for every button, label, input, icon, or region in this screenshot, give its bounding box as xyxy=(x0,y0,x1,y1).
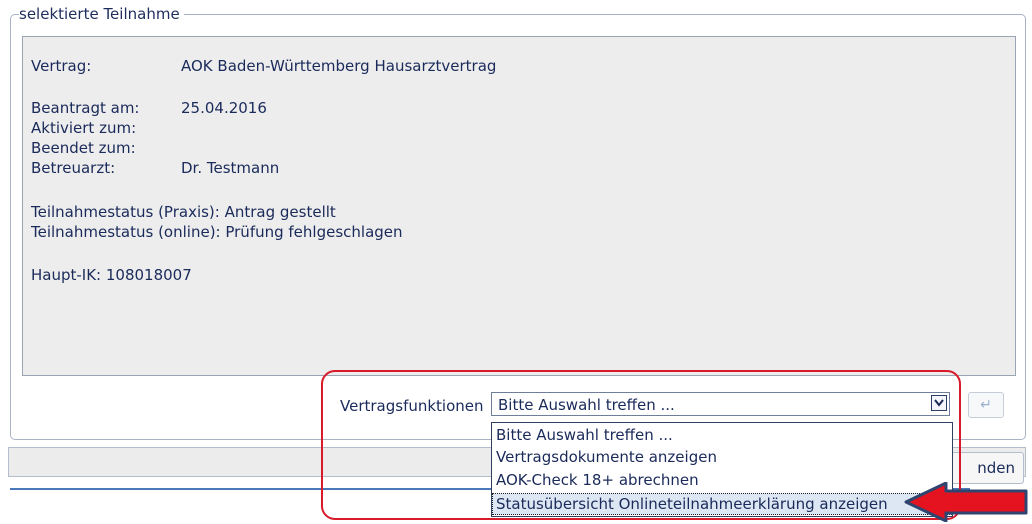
ended-label: Beendet zum: xyxy=(31,139,136,157)
status-practice: Teilnahmestatus (Praxis): Antrag gestell… xyxy=(31,203,336,221)
activated-label: Aktiviert zum: xyxy=(31,119,137,137)
end-button-label: nden xyxy=(977,459,1015,477)
participation-info-panel: Vertrag: AOK Baden-Württemberg Hausarztv… xyxy=(22,36,1016,376)
contract-row: Vertrag: AOK Baden-Württemberg Hausarztv… xyxy=(31,56,496,76)
execute-function-button[interactable]: ↵ xyxy=(968,392,1004,418)
doctor-value: Dr. Testmann xyxy=(181,159,280,177)
applied-row: Beantragt am: 25.04.2016 xyxy=(31,98,267,118)
status-online: Teilnahmestatus (online): Prüfung fehlge… xyxy=(31,223,403,241)
applied-value: 25.04.2016 xyxy=(181,99,267,117)
doctor-row: Betreuarzt: Dr. Testmann xyxy=(31,158,279,178)
doctor-label: Betreuarzt: xyxy=(31,159,116,177)
contract-value: AOK Baden-Württemberg Hausarztvertrag xyxy=(181,57,497,75)
enter-arrow-icon: ↵ xyxy=(980,397,992,413)
annotation-highlight-box xyxy=(321,370,961,520)
red-arrow-icon xyxy=(904,482,1028,522)
main-ik: Haupt-IK: 108018007 xyxy=(31,266,192,284)
applied-label: Beantragt am: xyxy=(31,99,140,117)
contract-label: Vertrag: xyxy=(31,57,92,75)
group-legend: selektierte Teilnahme xyxy=(19,4,184,24)
